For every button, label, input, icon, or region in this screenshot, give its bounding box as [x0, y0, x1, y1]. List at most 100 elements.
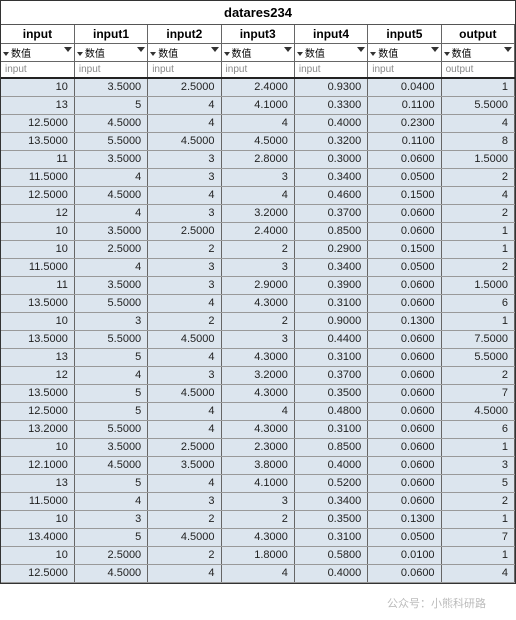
cell[interactable]: 8 [441, 132, 514, 150]
cell[interactable]: 4 [74, 492, 147, 510]
table-row[interactable]: 113.500032.90000.39000.06001.5000 [1, 276, 515, 294]
cell[interactable]: 0.3300 [294, 96, 367, 114]
cell[interactable]: 5 [74, 402, 147, 420]
cell[interactable]: 1 [441, 510, 514, 528]
cell[interactable]: 4.5000 [148, 384, 221, 402]
cell[interactable]: 0.3400 [294, 168, 367, 186]
table-row[interactable]: 13.500054.50004.30000.35000.06007 [1, 384, 515, 402]
cell[interactable]: 3.5000 [74, 78, 147, 96]
cell[interactable]: 0.3500 [294, 384, 367, 402]
cell[interactable]: 10 [1, 438, 74, 456]
cell[interactable]: 0.0600 [368, 294, 441, 312]
cell[interactable]: 10 [1, 546, 74, 564]
table-row[interactable]: 12.50004.5000440.40000.06004 [1, 564, 515, 582]
col-sub-input2[interactable]: 数值 [148, 44, 221, 62]
cell[interactable]: 0.0600 [368, 420, 441, 438]
cell[interactable]: 4 [221, 186, 294, 204]
sort-arrow-icon[interactable] [3, 52, 9, 56]
filter-arrow-icon[interactable] [64, 47, 72, 52]
col-sub-input1[interactable]: 数值 [74, 44, 147, 62]
cell[interactable]: 4.3000 [221, 294, 294, 312]
cell[interactable]: 10 [1, 222, 74, 240]
filter-arrow-icon[interactable] [211, 47, 219, 52]
cell[interactable]: 4 [221, 564, 294, 582]
cell[interactable]: 0.3500 [294, 510, 367, 528]
cell[interactable]: 0.8500 [294, 438, 367, 456]
cell[interactable]: 0.1500 [368, 240, 441, 258]
cell[interactable]: 0.3100 [294, 528, 367, 546]
cell[interactable]: 1 [441, 312, 514, 330]
cell[interactable]: 1 [441, 546, 514, 564]
cell[interactable]: 0.0500 [368, 528, 441, 546]
cell[interactable]: 1.8000 [221, 546, 294, 564]
table-row[interactable]: 103220.90000.13001 [1, 312, 515, 330]
table-row[interactable]: 11.50004330.34000.06002 [1, 492, 515, 510]
cell[interactable]: 5.5000 [441, 348, 514, 366]
cell[interactable]: 4.1000 [221, 474, 294, 492]
sort-arrow-icon[interactable] [77, 52, 83, 56]
cell[interactable]: 0.0600 [368, 474, 441, 492]
cell[interactable]: 2.5000 [74, 546, 147, 564]
cell[interactable]: 12.1000 [1, 456, 74, 474]
cell[interactable]: 5 [74, 384, 147, 402]
cell[interactable]: 0.5200 [294, 474, 367, 492]
cell[interactable]: 13.5000 [1, 294, 74, 312]
cell[interactable]: 0.0600 [368, 492, 441, 510]
cell[interactable]: 3.2000 [221, 204, 294, 222]
cell[interactable]: 0.0500 [368, 168, 441, 186]
cell[interactable]: 0.3200 [294, 132, 367, 150]
cell[interactable]: 10 [1, 510, 74, 528]
table-row[interactable]: 13544.30000.31000.06005.5000 [1, 348, 515, 366]
cell[interactable]: 4 [221, 114, 294, 132]
cell[interactable]: 0.2300 [368, 114, 441, 132]
cell[interactable]: 4.5000 [148, 330, 221, 348]
cell[interactable]: 13 [1, 348, 74, 366]
cell[interactable]: 0.3400 [294, 258, 367, 276]
col-header-input2[interactable]: input2 [148, 25, 221, 44]
cell[interactable]: 5.5000 [74, 420, 147, 438]
cell[interactable]: 12 [1, 366, 74, 384]
cell[interactable]: 6 [441, 420, 514, 438]
cell[interactable]: 4.3000 [221, 528, 294, 546]
cell[interactable]: 4 [148, 402, 221, 420]
table-row[interactable]: 12.50004.5000440.46000.15004 [1, 186, 515, 204]
cell[interactable]: 6 [441, 294, 514, 312]
table-row[interactable]: 13544.10000.33000.11005.5000 [1, 96, 515, 114]
cell[interactable]: 2.9000 [221, 276, 294, 294]
cell[interactable]: 3.5000 [148, 456, 221, 474]
cell[interactable]: 0.3400 [294, 492, 367, 510]
cell[interactable]: 2 [148, 240, 221, 258]
table-row[interactable]: 113.500032.80000.30000.06001.5000 [1, 150, 515, 168]
cell[interactable]: 3 [441, 456, 514, 474]
cell[interactable]: 0.3000 [294, 150, 367, 168]
col-header-input1[interactable]: input1 [74, 25, 147, 44]
cell[interactable]: 3 [148, 258, 221, 276]
cell[interactable]: 10 [1, 312, 74, 330]
col-header-input[interactable]: input [1, 25, 74, 44]
cell[interactable]: 13.5000 [1, 132, 74, 150]
table-row[interactable]: 103.50002.50002.40000.93000.04001 [1, 78, 515, 96]
cell[interactable]: 0.3100 [294, 348, 367, 366]
cell[interactable]: 0.4000 [294, 564, 367, 582]
cell[interactable]: 1 [441, 78, 514, 96]
cell[interactable]: 4 [74, 366, 147, 384]
sort-arrow-icon[interactable] [224, 52, 230, 56]
cell[interactable]: 0.9300 [294, 78, 367, 96]
cell[interactable]: 5.5000 [74, 294, 147, 312]
table-row[interactable]: 102.500021.80000.58000.01001 [1, 546, 515, 564]
cell[interactable]: 3 [148, 492, 221, 510]
cell[interactable]: 4.5000 [74, 456, 147, 474]
cell[interactable]: 1 [441, 240, 514, 258]
cell[interactable]: 4 [148, 420, 221, 438]
cell[interactable]: 0.3700 [294, 366, 367, 384]
cell[interactable]: 5 [441, 474, 514, 492]
cell[interactable]: 13.4000 [1, 528, 74, 546]
cell[interactable]: 5 [74, 528, 147, 546]
cell[interactable]: 4 [148, 186, 221, 204]
cell[interactable]: 3.5000 [74, 276, 147, 294]
cell[interactable]: 4 [441, 186, 514, 204]
cell[interactable]: 1 [441, 438, 514, 456]
sort-arrow-icon[interactable] [297, 52, 303, 56]
cell[interactable]: 13.2000 [1, 420, 74, 438]
cell[interactable]: 4.5000 [74, 564, 147, 582]
